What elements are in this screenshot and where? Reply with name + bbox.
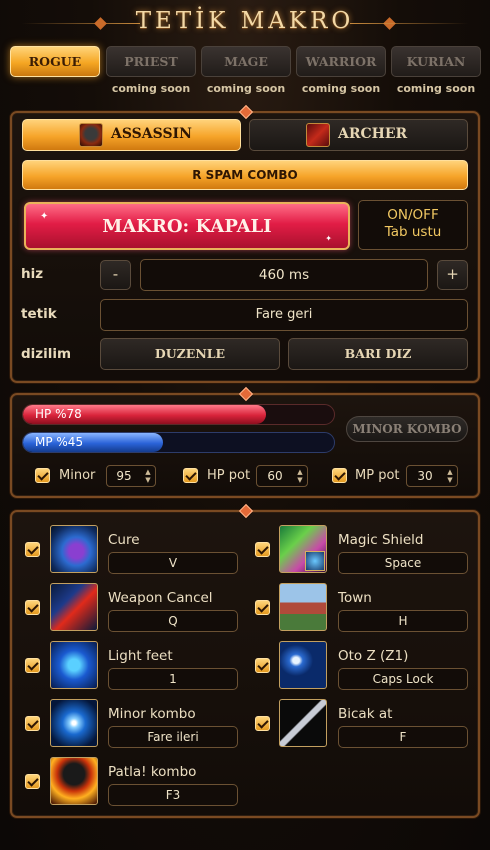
minor-label: Minor [59,468,96,483]
makro-toggle-label: MAKRO: KAPALI [102,216,272,237]
panel-gem-ornament [239,389,251,399]
minor-kombo-checkbox[interactable] [25,716,40,731]
mp-bar: MP %45 [22,432,335,453]
tab-priest-note: coming soon [111,82,191,95]
minor-value: 95 [116,469,132,483]
hp-pot-checkbox[interactable] [183,468,198,483]
magic-shield-key-field[interactable]: Space [338,552,468,574]
bicak-at-checkbox[interactable] [255,716,270,731]
light-feet-key-field[interactable]: 1 [108,668,238,690]
weapon-cancel-checkbox[interactable] [25,600,40,615]
cure-icon [50,525,98,573]
town-label: Town [338,590,372,606]
magic-shield-checkbox[interactable] [255,542,270,557]
light-feet-label: Light feet [108,648,173,664]
tab-rogue[interactable]: ROGUE [10,46,100,77]
oto-z-key-field[interactable]: Caps Lock [338,668,468,690]
tetik-label: tetik [21,306,57,322]
oto-z-label: Oto Z (Z1) [338,648,409,664]
stepper-arrows-icon[interactable]: ▲ ▼ [295,468,305,484]
tab-warrior[interactable]: WARRIOR [296,46,386,77]
patla-kombo-label: Patla! kombo [108,764,197,780]
bicak-at-label: Bicak at [338,706,393,722]
r-spam-combo-button[interactable]: R SPAM COMBO [22,160,468,190]
patla-kombo-checkbox[interactable] [25,774,40,789]
panel-gem-ornament [239,506,251,516]
oto-z-icon [279,641,327,689]
bicak-at-icon [279,699,327,747]
magic-shield-label: Magic Shield [338,532,424,548]
dizilim-label: dizilim [21,346,72,362]
mp-pot-checkbox[interactable] [332,468,347,483]
minor-kombo-label: Minor kombo [108,706,196,722]
patla-kombo-key-field[interactable]: F3 [108,784,238,806]
onoff-title: ON/OFF [387,207,439,223]
hp-pot-stepper[interactable]: 60 ▲ ▼ [256,465,308,487]
arrange-bar-button[interactable]: BARI DIZ [288,338,468,370]
town-key-field[interactable]: H [338,610,468,632]
title-bar: TETİK MAKRO [0,6,490,40]
light-feet-checkbox[interactable] [25,658,40,673]
tab-kurian[interactable]: KURIAN [391,46,481,77]
status-panel: HP %78 MP %45 MINOR KOMBO Minor 95 ▲ ▼ HP… [10,393,480,498]
mp-pot-label: MP pot [355,468,400,483]
minor-kombo-key-field[interactable]: Fare ileri [108,726,238,748]
stepper-arrows-icon[interactable]: ▲ ▼ [445,468,455,484]
weapon-cancel-icon [50,583,98,631]
hp-bar: HP %78 [22,404,335,425]
weapon-cancel-label: Weapon Cancel [108,590,213,606]
onoff-hotkey-info: ON/OFF Tab ustu [358,200,468,250]
cure-checkbox[interactable] [25,542,40,557]
hp-bar-label: HP %78 [35,407,82,421]
cure-label: Cure [108,532,140,548]
hp-pot-value: 60 [267,469,283,483]
minor-combo-button[interactable]: MINOR KOMBO [346,416,468,442]
tab-kurian-note: coming soon [396,82,476,95]
speed-decrease-button[interactable]: - [100,260,131,290]
trigger-key-field[interactable]: Fare geri [100,299,468,331]
minor-stepper[interactable]: 95 ▲ ▼ [106,465,156,487]
title-rule-right [350,23,468,24]
makro-toggle-button[interactable]: ✦ MAKRO: KAPALI ✦ [24,202,350,250]
light-feet-icon [50,641,98,689]
hp-pot-label: HP pot [207,468,251,483]
weapon-cancel-key-field[interactable]: Q [108,610,238,632]
town-icon [279,583,327,631]
assassin-button[interactable]: ASSASSIN [22,119,241,151]
edit-layout-button[interactable]: DUZENLE [100,338,280,370]
minor-checkbox[interactable] [35,468,50,483]
archer-button[interactable]: ARCHER [249,119,468,151]
onoff-hotkey: Tab ustu [384,224,442,240]
stepper-arrows-icon[interactable]: ▲ ▼ [143,468,153,484]
assassin-icon [79,123,103,147]
app-title: TETİK MAKRO [135,8,355,34]
mp-pot-value: 30 [417,469,433,483]
tab-mage-note: coming soon [206,82,286,95]
assassin-label: ASSASSIN [111,126,192,142]
archer-label: ARCHER [338,126,408,142]
tab-priest[interactable]: PRIEST [106,46,196,77]
cure-key-field[interactable]: V [108,552,238,574]
magic-shield-icon [279,525,327,573]
mp-pot-stepper[interactable]: 30 ▲ ▼ [406,465,458,487]
hiz-label: hiz [21,266,44,282]
macro-panel: ASSASSIN ARCHER R SPAM COMBO ✦ MAKRO: KA… [10,111,480,383]
oto-z-checkbox[interactable] [255,658,270,673]
archer-icon [306,123,330,147]
skills-panel: Cure V Magic Shield Space Weapon Cancel … [10,510,480,818]
mp-bar-label: MP %45 [35,435,84,449]
class-tabs: ROGUE PRIEST coming soon MAGE coming soo… [10,46,481,96]
minor-kombo-icon [50,699,98,747]
tab-mage[interactable]: MAGE [201,46,291,77]
speed-value-field[interactable]: 460 ms [140,259,428,291]
town-checkbox[interactable] [255,600,270,615]
panel-gem-ornament [239,107,251,117]
tab-warrior-note: coming soon [301,82,381,95]
patla-kombo-icon [50,757,98,805]
sparkle-icon: ✦ [325,234,332,243]
bicak-at-key-field[interactable]: F [338,726,468,748]
speed-increase-button[interactable]: + [437,260,468,290]
